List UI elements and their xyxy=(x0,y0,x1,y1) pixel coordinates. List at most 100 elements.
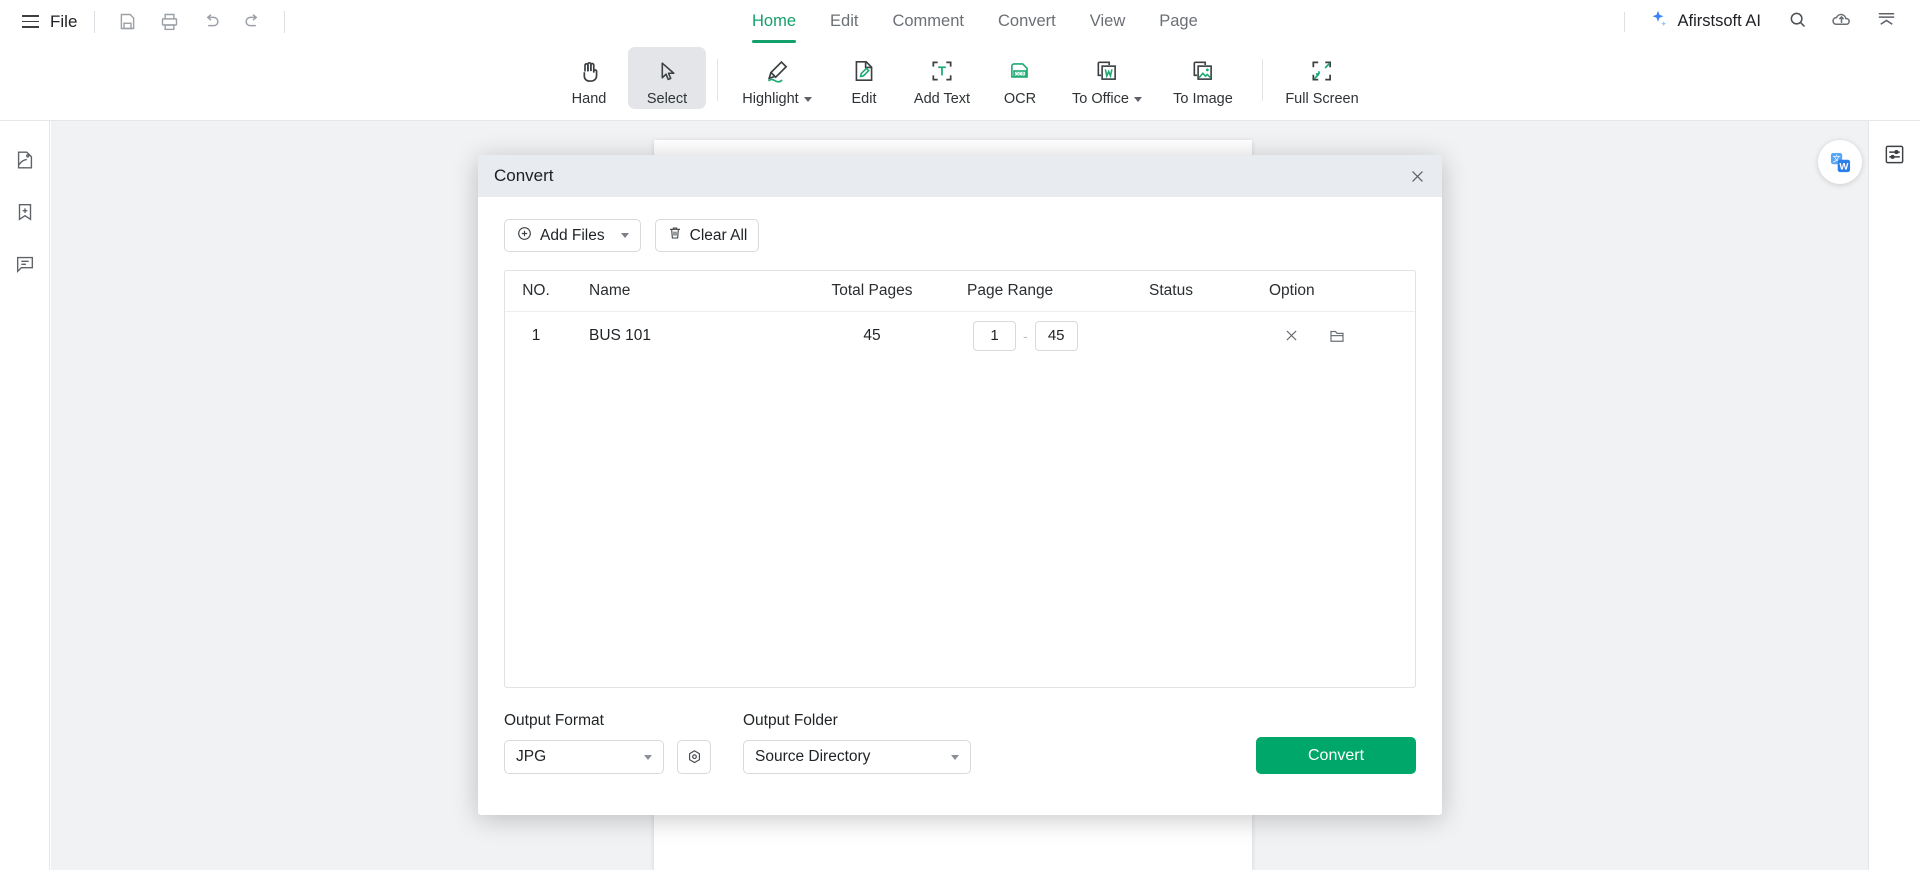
chevron-down-icon[interactable] xyxy=(620,233,629,238)
chevron-down-icon[interactable] xyxy=(803,96,812,102)
redo-icon[interactable] xyxy=(238,7,268,37)
search-icon[interactable] xyxy=(1787,9,1808,35)
table-row[interactable]: 1 BUS 101 45 - xyxy=(505,312,1415,359)
menu-hamburger-icon[interactable] xyxy=(22,15,39,28)
page-thumbnail-icon[interactable] xyxy=(12,147,38,173)
ribbon-full-screen-button[interactable]: Full Screen xyxy=(1274,47,1370,109)
tab-page[interactable]: Page xyxy=(1142,0,1215,43)
ribbon-toolbar: Hand Select Highlight Edit Add Text OCR … xyxy=(0,43,1920,121)
cursor-arrow-icon xyxy=(655,56,680,86)
file-table: NO. Name Total Pages Page Range Status O… xyxy=(504,270,1416,688)
dialog-header: Convert xyxy=(478,155,1442,197)
ocr-icon: OCR xyxy=(1007,56,1033,86)
ai-label: Afirstsoft AI xyxy=(1677,12,1761,30)
output-folder-value: Source Directory xyxy=(755,748,871,765)
trash-icon xyxy=(667,225,683,246)
ribbon-to-office-label: To Office xyxy=(1072,91,1129,107)
add-files-button[interactable]: Add Files xyxy=(504,219,641,252)
ribbon-edit-button[interactable]: Edit xyxy=(825,47,903,109)
range-separator: - xyxy=(1023,327,1028,344)
column-header-total-pages: Total Pages xyxy=(831,282,913,299)
sparkle-icon xyxy=(1647,8,1669,35)
bookmark-add-icon[interactable] xyxy=(12,199,38,225)
divider xyxy=(1623,11,1625,32)
column-header-no: NO. xyxy=(522,282,550,299)
collapse-ribbon-icon[interactable] xyxy=(1875,8,1898,36)
file-menu-button[interactable]: File xyxy=(50,12,77,32)
svg-text:W: W xyxy=(1839,161,1848,172)
convert-button[interactable]: Convert xyxy=(1256,737,1416,774)
undo-icon[interactable] xyxy=(196,7,226,37)
clear-all-label: Clear All xyxy=(689,226,748,244)
tab-edit[interactable]: Edit xyxy=(813,0,875,43)
word-translate-icon[interactable]: 文 W xyxy=(1818,140,1862,184)
output-folder-field: Output Folder Source Directory xyxy=(743,712,971,774)
tab-home[interactable]: Home xyxy=(735,0,813,43)
ribbon-to-image-button[interactable]: To Image xyxy=(1155,47,1251,109)
column-header-name: Name xyxy=(589,282,631,299)
ribbon-select-label: Select xyxy=(646,91,688,107)
output-format-field: Output Format JPG xyxy=(504,712,664,774)
output-format-select[interactable]: JPG xyxy=(504,740,664,774)
column-header-option: Option xyxy=(1269,282,1315,299)
output-folder-select[interactable]: Source Directory xyxy=(743,740,971,774)
cell-no: 1 xyxy=(531,326,541,344)
output-format-value: JPG xyxy=(516,748,547,765)
divider xyxy=(94,10,96,33)
dialog-footer: Output Format JPG Output Folder Source D… xyxy=(478,712,1442,774)
dialog-body: Add Files Clear All NO. Name Total Pages… xyxy=(478,197,1442,688)
ribbon-to-office-button[interactable]: To Office xyxy=(1059,47,1155,109)
top-bar-right: Afirstsoft AI xyxy=(1623,0,1920,43)
divider xyxy=(1262,59,1263,101)
chevron-down-icon[interactable] xyxy=(1133,96,1142,102)
cell-total-pages: 45 xyxy=(863,326,881,344)
cell-page-range: - xyxy=(947,320,1127,351)
open-folder-icon[interactable] xyxy=(1327,326,1347,346)
column-header-page-range: Page Range xyxy=(967,282,1054,299)
divider xyxy=(717,59,718,101)
svg-text:OCR: OCR xyxy=(1015,72,1025,77)
ribbon-to-image-label: To Image xyxy=(1173,91,1233,107)
edit-document-icon xyxy=(851,56,877,86)
convert-dialog: Convert Add Files Clear All NO. Name Tot… xyxy=(478,155,1442,815)
properties-sliders-icon[interactable] xyxy=(1882,141,1908,167)
ribbon-select-button[interactable]: Select xyxy=(628,47,706,109)
add-files-label: Add Files xyxy=(540,226,605,244)
ribbon-hand-label: Hand xyxy=(571,91,607,107)
clear-all-button[interactable]: Clear All xyxy=(654,219,760,252)
ribbon-edit-label: Edit xyxy=(851,91,877,107)
main-tabs: Home Edit Comment Convert View Page xyxy=(735,0,1215,43)
ribbon-ocr-button[interactable]: OCR OCR xyxy=(981,47,1059,109)
full-screen-icon xyxy=(1309,56,1335,86)
column-header-status: Status xyxy=(1149,282,1193,299)
afirstsoft-ai-button[interactable]: Afirstsoft AI xyxy=(1647,8,1761,35)
dialog-title: Convert xyxy=(494,166,554,185)
output-folder-label: Output Folder xyxy=(743,712,838,729)
add-text-icon xyxy=(929,56,955,86)
tab-comment[interactable]: Comment xyxy=(875,0,981,43)
page-range-from-input[interactable] xyxy=(973,320,1016,351)
page-range-to-input[interactable] xyxy=(1034,320,1078,351)
save-icon[interactable] xyxy=(112,7,142,37)
table-header-row: NO. Name Total Pages Page Range Status O… xyxy=(505,271,1415,312)
tab-view[interactable]: View xyxy=(1073,0,1142,43)
to-office-word-icon xyxy=(1094,56,1120,86)
ribbon-full-screen-label: Full Screen xyxy=(1285,91,1359,107)
print-icon[interactable] xyxy=(154,7,184,37)
remove-file-icon[interactable] xyxy=(1281,326,1301,346)
cloud-upload-icon[interactable] xyxy=(1830,8,1853,36)
file-actions-row: Add Files Clear All xyxy=(504,219,1416,252)
settings-hex-icon[interactable] xyxy=(677,740,711,774)
ribbon-highlight-button[interactable]: Highlight xyxy=(729,47,825,109)
ribbon-highlight-label: Highlight xyxy=(742,91,799,107)
tab-convert[interactable]: Convert xyxy=(981,0,1073,43)
ribbon-add-text-label: Add Text xyxy=(913,91,971,107)
close-icon[interactable] xyxy=(1407,166,1428,187)
ribbon-hand-button[interactable]: Hand xyxy=(550,47,628,109)
ribbon-ocr-label: OCR xyxy=(1003,91,1037,107)
to-image-icon xyxy=(1190,56,1216,86)
left-sidebar xyxy=(0,121,50,870)
comment-icon[interactable] xyxy=(12,251,38,277)
cell-option xyxy=(1247,326,1377,346)
ribbon-add-text-button[interactable]: Add Text xyxy=(903,47,981,109)
